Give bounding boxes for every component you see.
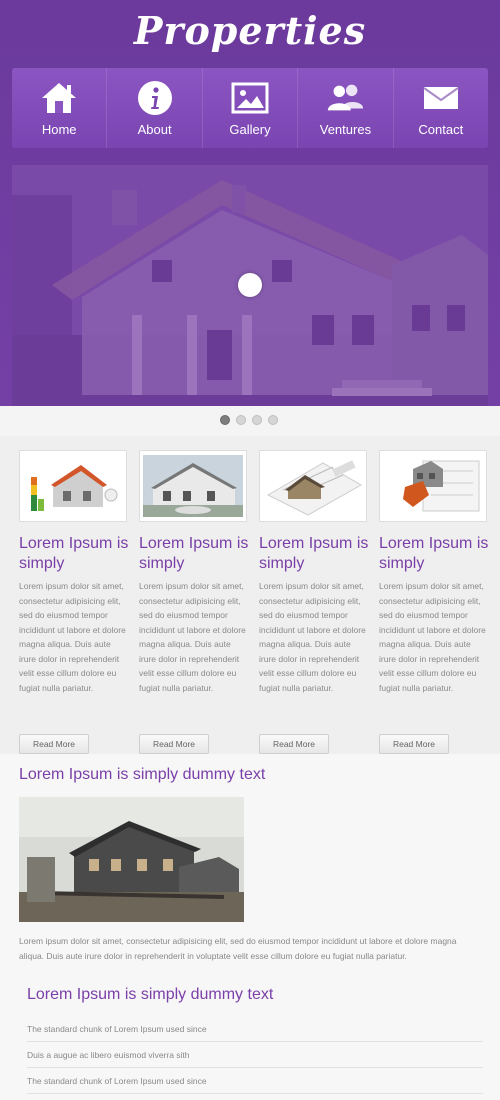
hero-slider[interactable] xyxy=(12,165,488,406)
nav-label: Gallery xyxy=(229,122,271,137)
slider-pagination xyxy=(220,415,278,425)
read-more-button[interactable]: Read More xyxy=(259,734,329,754)
feature-text: Lorem ipsum dolor sit amet, consectetur … xyxy=(19,581,126,693)
feature-text: Lorem ipsum dolor sit amet, consectetur … xyxy=(259,581,366,693)
feature-title: Lorem Ipsum is simply xyxy=(19,535,129,572)
feature-title: Lorem Ipsum is simply xyxy=(379,535,489,572)
slider-dot-3[interactable] xyxy=(252,415,262,425)
feature-card: Lorem Ipsum is simply Lorem ipsum dolor … xyxy=(259,450,368,754)
slider-handle[interactable] xyxy=(238,273,262,297)
link-list: The standard chunk of Lorem Ipsum used s… xyxy=(27,1016,483,1094)
feature-image xyxy=(379,450,487,522)
about-title: Lorem Ipsum is simply dummy text xyxy=(19,766,266,783)
about-text: Lorem ipsum dolor sit amet, consectetur … xyxy=(19,936,457,961)
feature-text: Lorem ipsum dolor sit amet, consectetur … xyxy=(139,581,246,693)
nav-label: Ventures xyxy=(319,122,372,137)
info-icon xyxy=(135,78,175,118)
read-more-button[interactable]: Read More xyxy=(19,734,89,754)
feature-image xyxy=(19,450,127,522)
feature-text: Lorem ipsum dolor sit amet, consectetur … xyxy=(379,581,486,693)
header: Properties Home About Gallery Ventures C… xyxy=(0,0,500,406)
site-logo[interactable]: Properties xyxy=(0,8,500,53)
main-nav: Home About Gallery Ventures Contact xyxy=(12,68,488,148)
slider-dot-4[interactable] xyxy=(268,415,278,425)
features-section: Lorem Ipsum is simply Lorem ipsum dolor … xyxy=(0,436,500,754)
users-icon xyxy=(325,78,365,118)
nav-item-home[interactable]: Home xyxy=(12,68,108,148)
nav-item-ventures[interactable]: Ventures xyxy=(298,68,394,148)
list-item[interactable]: The standard chunk of Lorem Ipsum used s… xyxy=(27,1016,483,1042)
list-title: Lorem Ipsum is simply dummy text xyxy=(27,986,274,1003)
about-section: Lorem Ipsum is simply dummy text Lorem i… xyxy=(0,754,500,1100)
nav-item-contact[interactable]: Contact xyxy=(394,68,488,148)
feature-card: Lorem Ipsum is simply Lorem ipsum dolor … xyxy=(19,450,128,754)
feature-title: Lorem Ipsum is simply xyxy=(259,535,369,572)
home-icon xyxy=(39,78,79,118)
feature-image xyxy=(259,450,367,522)
nav-item-gallery[interactable]: Gallery xyxy=(203,68,299,148)
nav-label: Contact xyxy=(418,122,464,137)
nav-label: Home xyxy=(41,122,77,137)
nav-label: About xyxy=(137,122,172,137)
slider-dot-2[interactable] xyxy=(236,415,246,425)
picture-icon xyxy=(230,78,270,118)
about-image xyxy=(19,797,244,922)
feature-card: Lorem Ipsum is simply Lorem ipsum dolor … xyxy=(379,450,488,754)
list-item[interactable]: Duis a augue ac libero euismod viverra s… xyxy=(27,1042,483,1068)
feature-title: Lorem Ipsum is simply xyxy=(139,535,249,572)
mail-icon xyxy=(421,78,461,118)
read-more-button[interactable]: Read More xyxy=(379,734,449,754)
feature-card: Lorem Ipsum is simply Lorem ipsum dolor … xyxy=(139,450,248,754)
feature-image xyxy=(139,450,247,522)
list-item[interactable]: The standard chunk of Lorem Ipsum used s… xyxy=(27,1068,483,1094)
nav-item-about[interactable]: About xyxy=(107,68,203,148)
slider-dot-1[interactable] xyxy=(220,415,230,425)
read-more-button[interactable]: Read More xyxy=(139,734,209,754)
